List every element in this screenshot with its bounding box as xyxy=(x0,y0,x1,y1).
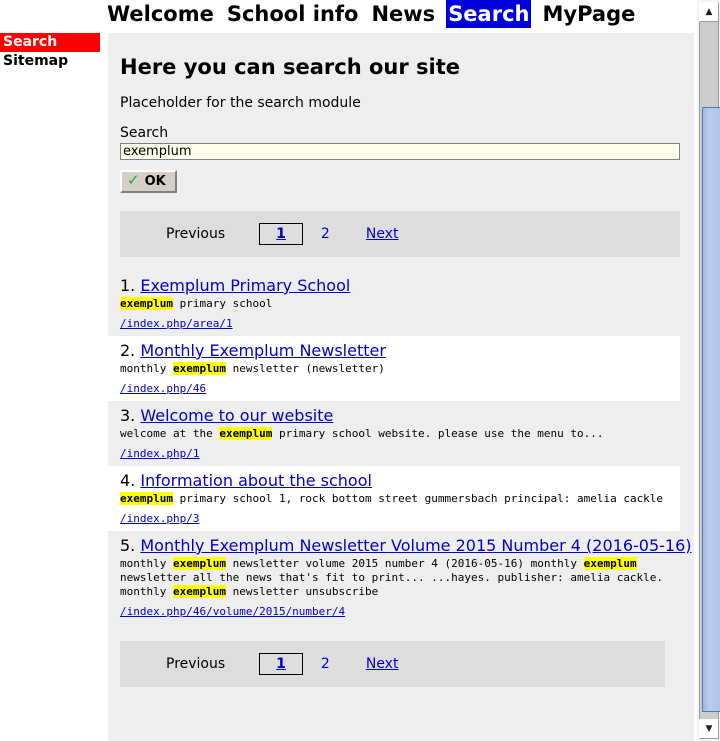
result-highlight-term: exemplum xyxy=(120,492,173,505)
search-result-item: 5. Monthly Exemplum Newsletter Volume 20… xyxy=(108,531,694,624)
result-title-link[interactable]: Welcome to our website xyxy=(140,406,333,425)
result-title-line: 2. Monthly Exemplum Newsletter xyxy=(120,341,680,361)
result-url-link[interactable]: /index.php/46 xyxy=(120,382,206,395)
nav-item-mypage[interactable]: MyPage xyxy=(540,0,637,28)
result-title-link[interactable]: Monthly Exemplum Newsletter xyxy=(140,341,386,360)
search-form: Search ✓ OK xyxy=(108,111,694,193)
result-description-text: primary school xyxy=(172,297,273,310)
result-title-line: 5. Monthly Exemplum Newsletter Volume 20… xyxy=(120,536,694,556)
scrollbar-thumb[interactable] xyxy=(702,107,720,712)
scroll-down-arrow-icon[interactable]: ▼ xyxy=(699,719,719,739)
result-url-link[interactable]: /index.php/1 xyxy=(120,447,199,460)
result-rank: 5. xyxy=(120,536,136,555)
result-title-line: 3. Welcome to our website xyxy=(120,406,694,426)
scroll-up-arrow-icon[interactable]: ▲ xyxy=(699,2,719,22)
result-description-text: newsletter (newsletter) xyxy=(225,362,385,375)
search-result-item: 4. Information about the school exemplum … xyxy=(108,466,680,531)
search-results-list: 1. Exemplum Primary School exemplum prima… xyxy=(108,271,694,624)
pagination-page-1: 1 xyxy=(259,223,303,245)
search-result-item: 1. Exemplum Primary School exemplum prima… xyxy=(108,271,694,336)
result-highlight-term: exemplum xyxy=(583,557,637,570)
page-columns: Search Sitemap Here you can search our si… xyxy=(0,33,696,741)
result-description-text: monthly xyxy=(120,557,173,570)
search-field-label: Search xyxy=(120,125,169,141)
result-description-text: primary school website. please use the m… xyxy=(272,427,604,440)
placeholder-text: Placeholder for the search module xyxy=(120,95,361,111)
pagination-previous: Previous xyxy=(166,226,226,242)
result-title-link[interactable]: Information about the school xyxy=(140,471,372,490)
result-title-link[interactable]: Monthly Exemplum Newsletter Volume 2015 … xyxy=(140,536,691,555)
search-submit-button[interactable]: ✓ OK xyxy=(120,170,177,193)
sidebar-item-sitemap[interactable]: Sitemap xyxy=(0,52,100,71)
sidebar: Search Sitemap xyxy=(0,33,100,71)
result-url-link[interactable]: /index.php/area/1 xyxy=(120,317,233,330)
result-title-link[interactable]: Exemplum Primary School xyxy=(140,276,350,295)
pagination-top: Previous 1 2 Next xyxy=(120,211,680,257)
browser-viewport: Welcome School info News Search MyPage Searc… xyxy=(0,0,696,741)
pagination-page-2[interactable]: 2 xyxy=(321,211,330,257)
result-highlight-term: exemplum xyxy=(219,427,273,440)
result-description-text: newsletter unsubscribe xyxy=(225,585,379,598)
pagination-bottom: Previous 1 2 Next xyxy=(120,641,665,687)
result-description: monthly exemplum newsletter volume 2015 … xyxy=(120,557,668,599)
result-highlight-term: exemplum xyxy=(120,297,173,310)
check-icon: ✓ xyxy=(127,171,140,189)
result-description-text: primary school 1, rock bottom street gum… xyxy=(172,492,664,505)
sidebar-item-search[interactable]: Search xyxy=(0,33,100,52)
nav-item-school-info[interactable]: School info xyxy=(225,0,361,28)
pagination-next[interactable]: Next xyxy=(366,641,399,687)
main-navigation: Welcome School info News Search MyPage xyxy=(0,0,696,33)
result-url-link[interactable]: /index.php/3 xyxy=(120,512,199,525)
search-submit-label: OK xyxy=(144,174,166,189)
search-result-item: 3. Welcome to our website welcome at the … xyxy=(108,401,694,466)
result-title-line: 4. Information about the school xyxy=(120,471,680,491)
scrollbar-track[interactable] xyxy=(699,22,720,719)
search-input[interactable] xyxy=(120,143,680,160)
pagination-next[interactable]: Next xyxy=(366,211,399,257)
result-description-text: newsletter volume 2015 number 4 (2016-05… xyxy=(225,557,584,570)
pagination-page-2[interactable]: 2 xyxy=(321,641,330,687)
result-title-line: 1. Exemplum Primary School xyxy=(120,276,694,296)
result-highlight-term: exemplum xyxy=(172,362,226,375)
result-description: welcome at the exemplum primary school w… xyxy=(120,427,668,441)
nav-item-news[interactable]: News xyxy=(369,0,437,28)
nav-item-search[interactable]: Search xyxy=(446,0,532,28)
result-description: exemplum primary school xyxy=(120,297,668,311)
search-result-item: 2. Monthly Exemplum Newsletter monthly ex… xyxy=(108,336,680,401)
result-highlight-term: exemplum xyxy=(172,585,226,598)
result-description: exemplum primary school 1, rock bottom s… xyxy=(120,492,668,506)
result-rank: 2. xyxy=(120,341,136,360)
main-content: Here you can search our site Placeholder… xyxy=(108,33,694,741)
result-rank: 4. xyxy=(120,471,136,490)
nav-item-welcome[interactable]: Welcome xyxy=(105,0,216,28)
result-description-text: welcome at the xyxy=(120,427,220,440)
vertical-scrollbar[interactable]: ▲ ▼ xyxy=(696,0,720,741)
result-rank: 1. xyxy=(120,276,136,295)
result-url-link[interactable]: /index.php/46/volume/2015/number/4 xyxy=(120,605,345,618)
result-description: monthly exemplum newsletter (newsletter) xyxy=(120,362,668,376)
page-title: Here you can search our site xyxy=(120,55,460,79)
pagination-previous: Previous xyxy=(166,656,226,672)
result-highlight-term: exemplum xyxy=(172,557,226,570)
result-description-text: monthly xyxy=(120,362,173,375)
pagination-page-1: 1 xyxy=(259,653,303,675)
result-rank: 3. xyxy=(120,406,136,425)
